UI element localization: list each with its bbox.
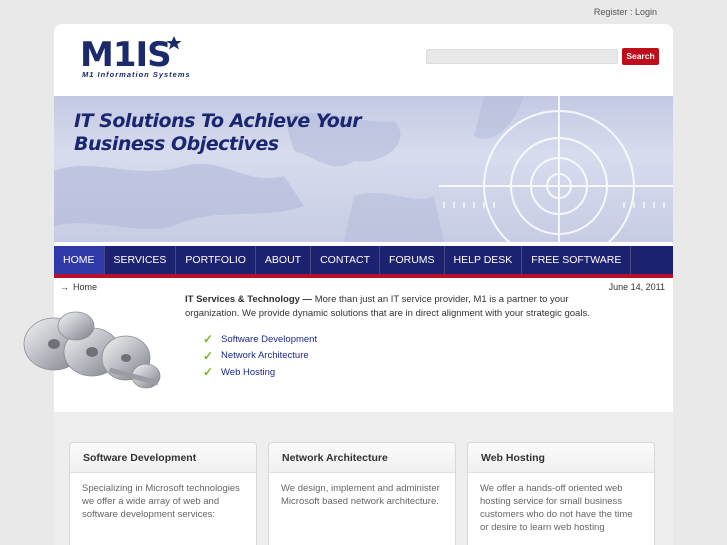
breadcrumb: → Home — [60, 282, 97, 292]
banner-headline: IT Solutions To Achieve Your Business Ob… — [74, 110, 362, 156]
nav-help-desk[interactable]: HELP DESK — [445, 246, 523, 274]
checklist-link-web-hosting[interactable]: Web Hosting — [221, 367, 275, 378]
logo-mark: M1IS — [80, 35, 182, 75]
nav-forums[interactable]: FORUMS — [380, 246, 445, 274]
nav-contact[interactable]: CONTACT — [311, 246, 381, 274]
logo[interactable]: M1IS M1 Information Systems — [80, 35, 220, 86]
intro-lead: IT Services & Technology — — [185, 294, 313, 305]
search-input[interactable] — [426, 49, 618, 64]
gears-image — [14, 296, 174, 396]
hero-banner: IT Solutions To Achieve Your Business Ob… — [54, 96, 673, 242]
service-card-software-development: Software Development Specializing in Mic… — [69, 442, 257, 545]
register-link[interactable]: Register — [594, 7, 628, 17]
breadcrumb-home[interactable]: Home — [73, 282, 97, 292]
service-card-web-hosting: Web Hosting We offer a hands-off oriente… — [467, 442, 655, 545]
nav-portfolio[interactable]: PORTFOLIO — [176, 246, 256, 274]
checklist-link-network-architecture[interactable]: Network Architecture — [221, 350, 309, 361]
banner-headline-line1: IT Solutions To Achieve Your — [74, 110, 362, 132]
gears-icon — [23, 311, 161, 389]
login-link[interactable]: Login — [635, 7, 657, 17]
card-body: We offer a hands-off oriented web hostin… — [480, 483, 633, 533]
check-mark-icon: ✓ — [203, 365, 214, 380]
banner-headline-line2: Business Objectives — [74, 133, 279, 155]
header: M1IS M1 Information Systems Search — [54, 24, 673, 96]
service-card-network-architecture: Network Architecture We design, implemen… — [268, 442, 456, 545]
current-date: June 14, 2011 — [608, 282, 665, 292]
card-title[interactable]: Web Hosting — [468, 443, 654, 473]
card-title[interactable]: Network Architecture — [269, 443, 455, 473]
nav-about[interactable]: ABOUT — [256, 246, 312, 274]
check-mark-icon: ✓ — [203, 332, 214, 347]
main-nav: HOME SERVICES PORTFOLIO ABOUT CONTACT FO… — [54, 246, 673, 278]
checklist-link-software-development[interactable]: Software Development — [221, 334, 317, 345]
service-checklist: ✓ Software Development ✓ Network Archite… — [203, 331, 317, 381]
card-body: Specializing in Microsoft technologies w… — [82, 483, 240, 520]
logo-subtitle: M1 Information Systems — [82, 70, 191, 79]
checklist-item: ✓ Software Development — [203, 331, 317, 348]
nav-services[interactable]: SERVICES — [105, 246, 177, 274]
top-links: Register : Login — [594, 7, 657, 17]
card-body: We design, implement and administer Micr… — [281, 483, 440, 507]
logo-mark-text: M1IS — [80, 36, 171, 70]
services-section: Software Development Specializing in Mic… — [54, 412, 673, 545]
intro-paragraph: IT Services & Technology — More than jus… — [185, 293, 615, 321]
checklist-item: ✓ Network Architecture — [203, 348, 317, 365]
check-mark-icon: ✓ — [203, 348, 214, 363]
card-title[interactable]: Software Development — [70, 443, 256, 473]
nav-free-software[interactable]: FREE SOFTWARE — [522, 246, 632, 274]
checklist-item: ✓ Web Hosting — [203, 364, 317, 381]
right-arrow-icon: → — [60, 282, 69, 292]
search-button[interactable]: Search — [622, 48, 659, 65]
toplinks-separator: : — [629, 7, 633, 17]
nav-home[interactable]: HOME — [54, 246, 105, 274]
